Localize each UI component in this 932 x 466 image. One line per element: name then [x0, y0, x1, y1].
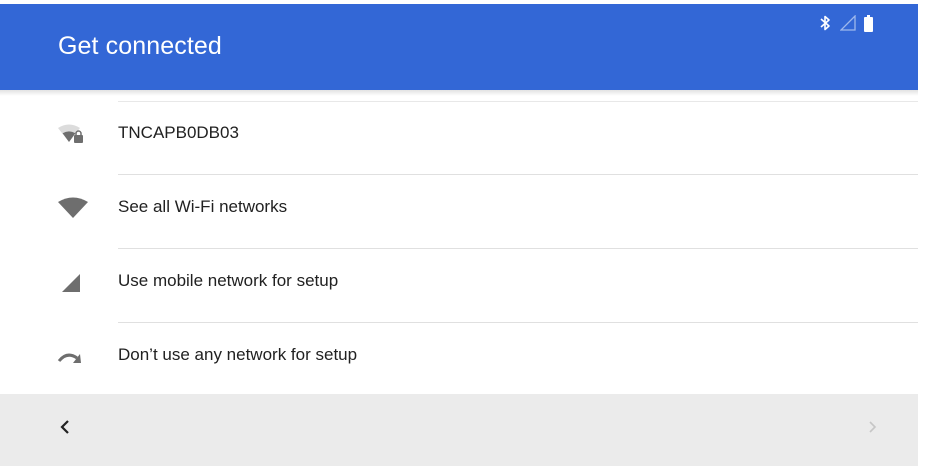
app-bar: Get connected — [0, 4, 918, 90]
cell-signal-icon — [56, 268, 90, 294]
mobile-network-label: Use mobile network for setup — [118, 271, 339, 290]
status-icons — [818, 14, 873, 32]
mobile-network-item[interactable]: Use mobile network for setup — [0, 244, 918, 323]
battery-icon — [864, 14, 873, 32]
no-network-item[interactable]: Don’t use any network for setup — [0, 318, 918, 392]
setup-screen: Get connected TNCAPB0DB03 See all Wi-Fi … — [0, 0, 932, 466]
wifi-icon — [56, 194, 90, 220]
right-edge — [918, 0, 932, 466]
navigation-bar — [0, 394, 918, 466]
chevron-right-icon — [866, 419, 880, 440]
bluetooth-icon — [818, 14, 832, 32]
wifi-locked-icon — [56, 120, 90, 146]
skip-arrow-icon — [56, 342, 90, 368]
network-list: TNCAPB0DB03 See all Wi-Fi networks Use m… — [0, 96, 918, 392]
page-title: Get connected — [58, 32, 222, 60]
network-item-tncapb0db03[interactable]: TNCAPB0DB03 — [0, 96, 918, 175]
see-all-wifi-item[interactable]: See all Wi-Fi networks — [0, 170, 918, 249]
chevron-left-icon — [58, 419, 72, 440]
see-all-wifi-label: See all Wi-Fi networks — [118, 197, 288, 216]
cell-signal-icon — [840, 15, 856, 31]
next-button[interactable] — [858, 414, 888, 444]
network-item-label: TNCAPB0DB03 — [118, 123, 239, 142]
back-button[interactable] — [50, 414, 80, 444]
no-network-label: Don’t use any network for setup — [118, 345, 358, 364]
